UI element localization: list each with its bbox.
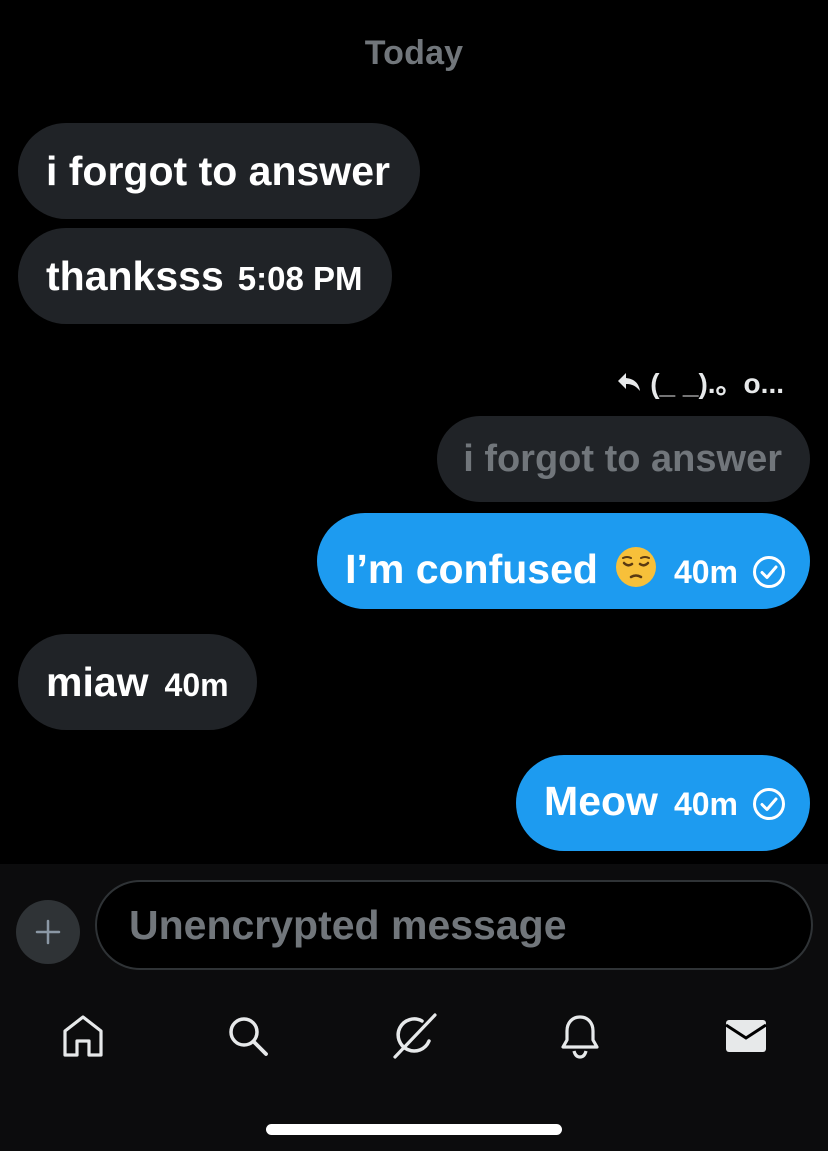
message-text: thanksss <box>46 253 224 299</box>
tab-grok[interactable] <box>386 1008 442 1064</box>
message-timestamp: 5:08 PM <box>237 260 363 297</box>
message-text: I’m confused <box>345 546 598 592</box>
tab-messages[interactable] <box>718 1008 774 1064</box>
mail-icon <box>725 1020 767 1052</box>
outgoing-message[interactable]: I’m confused 40m <box>317 513 810 609</box>
message-timestamp: 40m <box>164 667 229 703</box>
reply-context[interactable]: (_ _).。o... <box>616 362 784 402</box>
quoted-text: i forgot to answer <box>463 438 782 480</box>
sent-check-icon <box>753 788 785 820</box>
tab-notifications[interactable] <box>552 1008 608 1064</box>
incoming-message[interactable]: thanksss 5:08 PM <box>18 228 393 324</box>
incoming-message[interactable]: i forgot to answer <box>18 123 420 219</box>
sent-check-icon <box>753 556 785 588</box>
reply-arrow-icon <box>618 373 641 391</box>
incoming-message[interactable]: miaw 40m <box>18 634 257 730</box>
message-input-placeholder: Unencrypted message <box>129 901 567 948</box>
message-input[interactable]: Unencrypted message <box>95 880 813 970</box>
dm-conversation-screen: Today i forgot to answer thanksss 5:08 P… <box>0 0 828 1151</box>
message-text: Meow <box>544 778 658 824</box>
message-timestamp: 40m <box>673 786 738 822</box>
date-separator: Today <box>364 34 464 72</box>
pensive-face-icon <box>615 547 656 587</box>
message-text: i forgot to answer <box>46 148 390 194</box>
reply-to-label: (_ _).。o... <box>650 368 784 399</box>
message-timestamp: 40m <box>673 554 738 590</box>
quoted-message[interactable]: i forgot to answer <box>437 416 810 502</box>
bottom-tab-bar <box>0 1000 828 1070</box>
tab-search[interactable] <box>220 1008 276 1064</box>
search-icon <box>229 1017 268 1056</box>
message-text: miaw <box>46 659 149 705</box>
bell-icon <box>561 1015 599 1059</box>
grok-icon <box>393 1013 437 1059</box>
tab-home[interactable] <box>55 1008 111 1064</box>
home-indicator[interactable] <box>266 1124 562 1135</box>
outgoing-message[interactable]: Meow 40m <box>516 755 810 851</box>
home-icon <box>63 1015 103 1057</box>
plus-icon <box>35 919 61 945</box>
add-attachment-button[interactable] <box>16 900 80 964</box>
